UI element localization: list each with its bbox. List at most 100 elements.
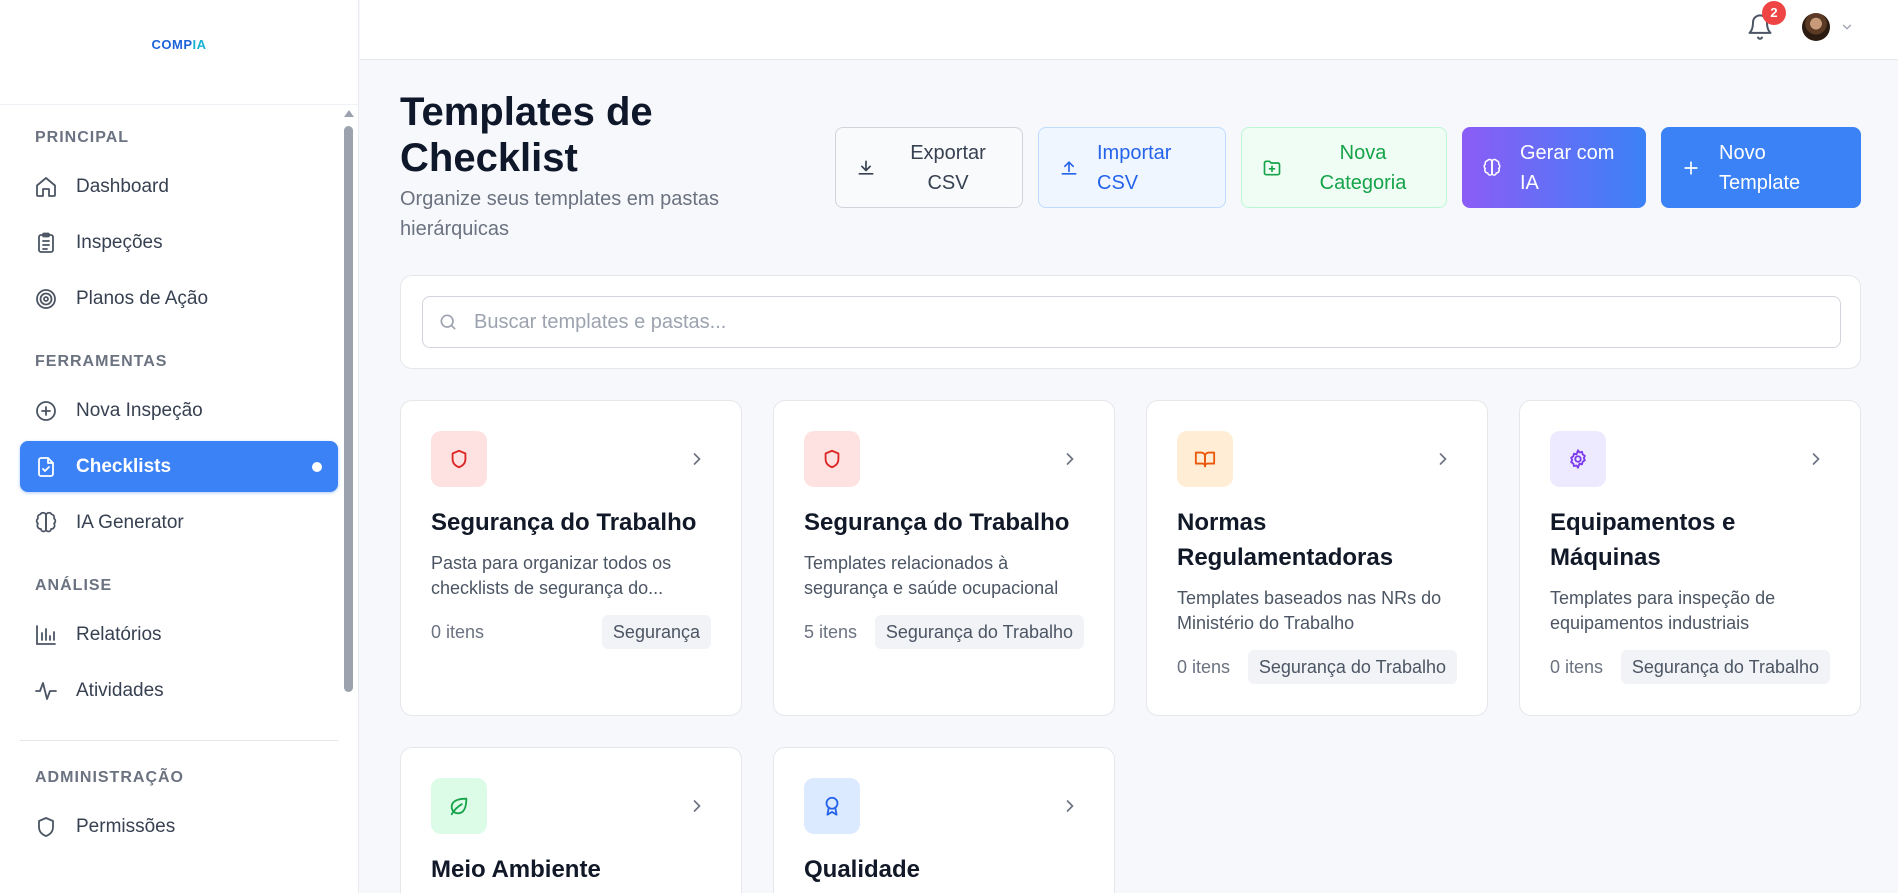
sidebar-item-inspecoes[interactable]: Inspeções xyxy=(20,217,338,268)
brain-icon xyxy=(34,511,58,535)
card-title: Segurança do Trabalho xyxy=(804,509,1070,536)
card-description: Templates baseados nas NRs do Ministério… xyxy=(1177,588,1442,633)
sidebar-item-label: Dashboard xyxy=(76,175,169,197)
sidebar-item-label: IA Generator xyxy=(76,511,184,533)
import-csv-label: Importar CSV xyxy=(1097,141,1172,194)
card-category-tag: Segurança xyxy=(601,615,711,649)
card-title: Segurança do Trabalho xyxy=(431,509,697,536)
bar-chart-icon xyxy=(34,623,58,647)
card-category-tag: Segurança do Trabalho xyxy=(1620,650,1830,684)
shield-icon xyxy=(34,815,58,839)
sidebar-item-nova-inspecao[interactable]: Nova Inspeção xyxy=(20,385,338,436)
upload-icon xyxy=(1059,158,1079,178)
sidebar-item-checklists[interactable]: Checklists xyxy=(20,441,338,492)
sidebar-item-ia-generator[interactable]: IA Generator xyxy=(20,497,338,548)
card-category-tag: Segurança do Trabalho xyxy=(1247,650,1457,684)
sidebar-item-label: Inspeções xyxy=(76,231,163,253)
scroll-up-arrow-icon[interactable] xyxy=(344,110,354,117)
new-template-label: Novo Template xyxy=(1719,141,1801,194)
chevron-right-icon[interactable] xyxy=(687,796,707,816)
folder-card[interactable]: Segurança do Trabalho Pasta para organiz… xyxy=(400,400,742,716)
folder-card[interactable]: Normas Regulamentadoras Templates basead… xyxy=(1146,400,1488,716)
plus-circle-icon xyxy=(34,399,58,423)
brain-icon xyxy=(1482,158,1502,178)
section-title-analise: ANÁLISE xyxy=(35,577,113,594)
avatar[interactable] xyxy=(1802,13,1830,41)
active-indicator-dot xyxy=(312,462,322,472)
folder-card[interactable]: Segurança do Trabalho Templates relacion… xyxy=(773,400,1115,716)
chevron-right-icon[interactable] xyxy=(687,449,707,469)
card-item-count: 0 itens xyxy=(1550,656,1604,677)
section-title-administracao: ADMINISTRAÇÃO xyxy=(35,769,184,786)
activity-icon xyxy=(34,679,58,703)
card-footer: 5 itens Segurança do Trabalho xyxy=(804,615,1084,649)
chevron-right-icon[interactable] xyxy=(1433,449,1453,469)
chevron-right-icon[interactable] xyxy=(1060,796,1080,816)
target-icon xyxy=(34,287,58,311)
new-category-button[interactable]: Nova Categoria xyxy=(1241,127,1447,208)
sidebar-item-permissoes[interactable]: Permissões xyxy=(20,801,338,852)
leaf-icon xyxy=(431,778,487,834)
card-category-tag: Segurança do Trabalho xyxy=(874,615,1084,649)
logo-accent: IA xyxy=(192,36,207,52)
sidebar-item-relatorios[interactable]: Relatórios xyxy=(20,609,338,660)
sidebar-item-dashboard[interactable]: Dashboard xyxy=(20,161,338,212)
sidebar-item-atividades[interactable]: Atividades xyxy=(20,665,338,716)
export-csv-label: Exportar CSV xyxy=(910,141,986,194)
sidebar-item-label: Atividades xyxy=(76,679,164,701)
chevron-right-icon[interactable] xyxy=(1060,449,1080,469)
logo-main: COMP xyxy=(151,36,193,52)
search-icon xyxy=(438,312,458,332)
chevron-right-icon[interactable] xyxy=(1806,449,1826,469)
sidebar-item-label: Nova Inspeção xyxy=(76,399,203,421)
file-check-icon xyxy=(34,455,58,479)
sidebar-scrollbar[interactable] xyxy=(344,108,354,893)
shield-icon xyxy=(431,431,487,487)
search-input[interactable] xyxy=(474,310,1774,334)
card-title: Equipamentos e Máquinas xyxy=(1550,509,1736,571)
card-footer: 0 itens Segurança do Trabalho xyxy=(1177,650,1457,684)
notification-badge: 2 xyxy=(1762,1,1786,25)
clipboard-list-icon xyxy=(34,231,58,255)
new-template-button[interactable]: Novo Template xyxy=(1661,127,1861,208)
sidebar-divider xyxy=(20,740,338,741)
topbar: 2 xyxy=(360,0,1898,60)
generate-ai-button[interactable]: Gerar com IA xyxy=(1462,127,1646,208)
download-icon xyxy=(856,158,876,178)
export-csv-button[interactable]: Exportar CSV xyxy=(835,127,1023,208)
book-open-icon xyxy=(1177,431,1233,487)
page-subtitle: Organize seus templates em pastas hierár… xyxy=(400,188,720,240)
card-title: Meio Ambiente xyxy=(431,856,601,883)
scrollbar-thumb[interactable] xyxy=(344,126,353,692)
sidebar-item-planos-de-acao[interactable]: Planos de Ação xyxy=(20,273,338,324)
card-item-count: 0 itens xyxy=(431,621,485,642)
sidebar: COMPIA PRINCIPAL Dashboard Inspeções Pla… xyxy=(0,0,359,893)
section-title-ferramentas: FERRAMENTAS xyxy=(35,353,168,370)
search-card xyxy=(400,275,1861,369)
home-icon xyxy=(34,175,58,199)
sidebar-nav: PRINCIPAL Dashboard Inspeções Planos de … xyxy=(0,105,358,852)
app-logo[interactable]: COMPIA xyxy=(152,37,207,52)
folder-card[interactable]: Qualidade xyxy=(773,747,1115,893)
search-box[interactable] xyxy=(422,296,1841,348)
chevron-down-icon[interactable] xyxy=(1840,20,1854,34)
card-item-count: 5 itens xyxy=(804,621,858,642)
import-csv-button[interactable]: Importar CSV xyxy=(1038,127,1226,208)
shield-icon xyxy=(804,431,860,487)
folder-card[interactable]: Meio Ambiente xyxy=(400,747,742,893)
sidebar-item-label: Relatórios xyxy=(76,623,162,645)
card-title: Qualidade xyxy=(804,856,921,883)
card-title: Normas Regulamentadoras xyxy=(1177,509,1394,571)
card-description: Pasta para organizar todos os checklists… xyxy=(431,553,672,598)
generate-ai-label: Gerar com IA xyxy=(1520,141,1615,194)
gear-icon xyxy=(1550,431,1606,487)
sidebar-item-label: Permissões xyxy=(76,815,176,837)
folder-plus-icon xyxy=(1262,158,1282,178)
section-title-principal: PRINCIPAL xyxy=(35,129,130,146)
card-item-count: 0 itens xyxy=(1177,656,1231,677)
sidebar-item-label: Planos de Ação xyxy=(76,287,209,309)
sidebar-item-label: Checklists xyxy=(76,455,172,477)
new-category-label: Nova Categoria xyxy=(1319,141,1407,194)
folder-card[interactable]: Equipamentos e Máquinas Templates para i… xyxy=(1519,400,1861,716)
card-footer: 0 itens Segurança xyxy=(431,615,711,649)
